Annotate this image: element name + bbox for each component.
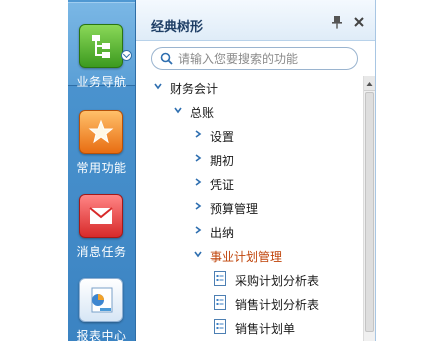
star-icon	[79, 110, 123, 154]
chevron-down-icon[interactable]	[194, 250, 202, 258]
panel-header: 经典树形	[136, 0, 375, 41]
rail-item-reports[interactable]: 报表中心	[68, 260, 135, 343]
function-tree: 财务会计 总账 设置 期初 凭证 预算管理 出纳 事业计划管理 采购计划分析表 …	[136, 76, 363, 341]
tree-node-label: 预算管理	[210, 202, 259, 216]
search-input[interactable]	[178, 50, 353, 67]
left-nav-rail: 业务导航 常用功能 消息任务 报表中心	[68, 0, 136, 343]
document-icon	[214, 295, 226, 310]
tree-node-label: 总账	[190, 106, 215, 120]
report-icon	[79, 278, 123, 322]
tree-node-label: 销售计划分析表	[235, 298, 320, 312]
rail-item-business-nav[interactable]: 业务导航	[68, 2, 135, 89]
tree-node-label: 期初	[210, 154, 235, 168]
pin-icon[interactable]	[331, 15, 343, 29]
rail-item-label: 业务导航	[76, 75, 127, 89]
tree-node-label: 财务会计	[170, 82, 219, 96]
tree-node-label: 出纳	[210, 226, 235, 240]
chevron-right-icon[interactable]	[194, 154, 202, 162]
rail-item-messages[interactable]: 消息任务	[68, 176, 135, 259]
scroll-up-button[interactable]	[364, 76, 375, 91]
search-box[interactable]	[151, 47, 358, 70]
tree-node-label: 设置	[210, 130, 235, 144]
tree-node-label: 销售计划单	[235, 322, 296, 336]
tree-node-label: 凭证	[210, 178, 235, 192]
chevron-right-icon[interactable]	[194, 178, 202, 186]
search-icon	[160, 52, 173, 65]
document-icon	[214, 271, 226, 286]
document-icon	[214, 319, 226, 334]
chevron-down-icon[interactable]	[121, 50, 132, 61]
close-icon[interactable]	[353, 16, 365, 28]
chevron-right-icon[interactable]	[194, 226, 202, 234]
rail-item-label: 常用功能	[76, 161, 127, 175]
rail-item-label: 消息任务	[76, 245, 127, 259]
tree-node-label: 事业计划管理	[210, 250, 283, 264]
tree-node-label: 采购计划分析表	[235, 274, 320, 288]
vertical-scrollbar[interactable]	[363, 76, 375, 341]
panel-title: 经典树形	[151, 20, 204, 35]
rail-item-favorites[interactable]: 常用功能	[68, 92, 135, 175]
business-nav-icon	[79, 24, 123, 68]
arrow-up-icon	[366, 82, 373, 86]
envelope-icon	[79, 194, 123, 238]
tree-panel: 经典树形 财务会计 总账 设置	[136, 0, 376, 341]
chevron-right-icon[interactable]	[194, 130, 202, 138]
chevron-right-icon[interactable]	[194, 202, 202, 210]
chevron-down-icon[interactable]	[174, 106, 182, 114]
chevron-down-icon[interactable]	[154, 82, 162, 90]
scroll-thumb[interactable]	[365, 92, 374, 332]
rail-item-label: 报表中心	[76, 329, 127, 343]
